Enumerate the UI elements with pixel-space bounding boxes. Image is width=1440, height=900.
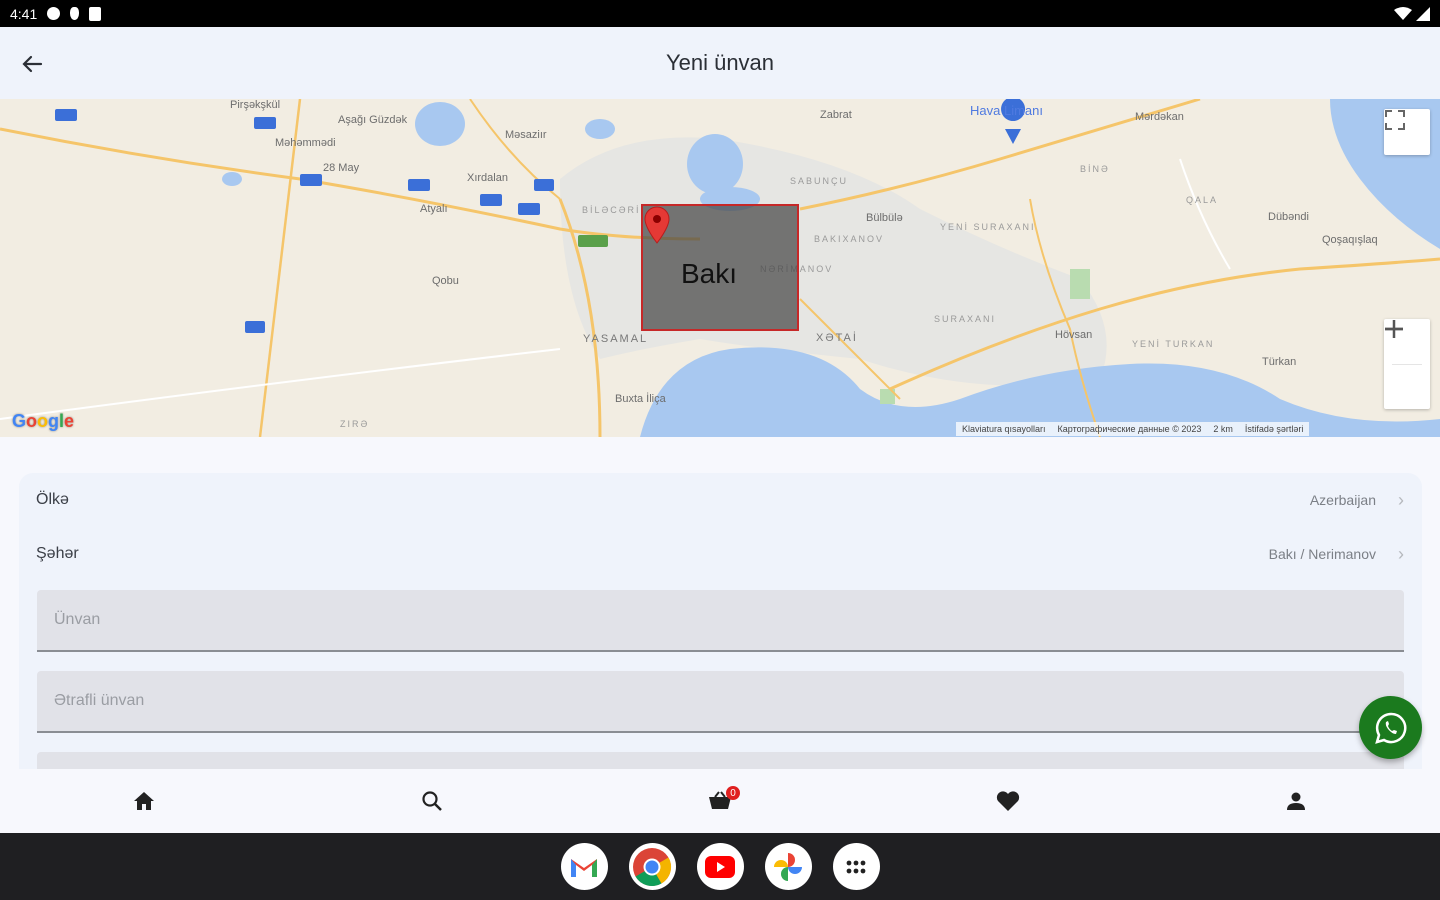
map-label: SABUNÇU xyxy=(790,176,849,186)
map-label: Qoşaqışlaq xyxy=(1322,234,1378,246)
map-label: Məsaziır xyxy=(505,129,547,141)
photos-icon xyxy=(774,852,802,881)
map-label: BİNƏ xyxy=(1080,164,1110,174)
back-arrow-icon xyxy=(22,55,43,73)
notification-icon xyxy=(70,7,80,20)
map-label: Mərdəkan xyxy=(1135,111,1184,123)
map-label: Zabrat xyxy=(820,109,852,121)
home-icon xyxy=(134,792,154,810)
map-label: ZIRƏ xyxy=(340,419,370,429)
country-value: Azerbaijan xyxy=(1309,492,1376,508)
nav-home[interactable] xyxy=(0,769,288,833)
map-label: Dübəndi xyxy=(1268,211,1309,223)
scale-text: 2 km xyxy=(1213,424,1233,434)
gmail-app[interactable] xyxy=(560,843,608,890)
app-drawer-icon xyxy=(846,860,866,873)
map-label: Türkan xyxy=(1262,356,1297,368)
app-bar: Yeni ünvan xyxy=(0,27,1440,99)
notification-icon xyxy=(47,7,61,20)
status-time: 4:41 xyxy=(10,5,38,22)
cart-badge: 0 xyxy=(726,786,740,800)
page-title: Yeni ünvan xyxy=(665,50,775,75)
zoom-out-icon xyxy=(1385,327,1403,331)
back-button[interactable] xyxy=(14,49,50,79)
keyboard-shortcuts-link[interactable]: Klaviatura qısayolları xyxy=(962,424,1046,434)
zoom-controls xyxy=(1384,319,1430,409)
fullscreen-icon xyxy=(1385,110,1405,130)
photos-app[interactable] xyxy=(764,843,812,890)
person-icon xyxy=(1287,792,1305,810)
map-label: QALA xyxy=(1186,195,1219,205)
map-label: Hava Limanı xyxy=(970,103,1043,118)
map-pin-icon xyxy=(644,206,670,244)
map-attribution: Klaviatura qısayolları Картографические … xyxy=(956,422,1310,436)
whatsapp-button[interactable] xyxy=(1359,696,1422,759)
nav-profile[interactable] xyxy=(1152,769,1440,833)
map-data-text: Картографические данные © 2023 xyxy=(1057,424,1202,434)
address-form: Ölkə Azerbaijan › Şəhər Bakı / Nerimanov… xyxy=(19,473,1422,793)
map-view[interactable]: Pirşəkşkül Aşağı Güzdək Məhəmmədi Məsazi… xyxy=(0,99,1440,437)
chrome-icon xyxy=(633,847,672,886)
nav-search[interactable] xyxy=(288,769,576,833)
fullscreen-button[interactable] xyxy=(1384,109,1430,155)
map-label: Bülbülə xyxy=(866,212,903,224)
map-label: BİLƏCƏRİ xyxy=(582,205,641,215)
app-drawer[interactable] xyxy=(832,843,880,890)
map-label: YASAMAL xyxy=(583,333,649,345)
map-label: SURAXANI xyxy=(934,314,997,324)
map-label: BAKIXANOV xyxy=(814,234,885,244)
address-field[interactable]: Ünvan xyxy=(37,590,1404,652)
map-label: 28 May xyxy=(323,162,360,174)
map-label: Xırdalan xyxy=(467,172,508,184)
bottom-navigation: 0 xyxy=(0,769,1440,833)
youtube-icon xyxy=(705,855,735,878)
map-label: Məhəmmədi xyxy=(275,137,336,149)
chevron-right-icon: › xyxy=(1398,543,1404,564)
map-label: Buxta İliça xyxy=(615,393,666,405)
city-row[interactable]: Şəhər Bakı / Nerimanov › xyxy=(19,527,1422,581)
map-label: XƏTAİ xyxy=(816,332,858,344)
gmail-icon xyxy=(571,858,597,877)
city-label: Bakı xyxy=(681,258,738,289)
search-icon xyxy=(422,791,442,811)
country-row[interactable]: Ölkə Azerbaijan › xyxy=(19,473,1422,527)
nearby-address-placeholder: Ətrafli ünvan xyxy=(54,692,145,709)
chrome-app[interactable] xyxy=(628,843,676,890)
wifi-icon xyxy=(1394,6,1412,20)
google-logo: Google xyxy=(12,411,75,431)
whatsapp-icon xyxy=(1374,712,1406,744)
heart-icon xyxy=(996,791,1020,811)
selected-location-marker[interactable]: Bakı xyxy=(641,204,799,331)
city-label: Şəhər xyxy=(36,545,79,562)
map-label: Atyalı xyxy=(420,203,448,215)
nearby-address-field[interactable]: Ətrafli ünvan xyxy=(37,671,1404,733)
nav-cart[interactable]: 0 xyxy=(576,769,864,833)
chevron-right-icon: › xyxy=(1398,489,1404,510)
map-label: YENİ TURKAN xyxy=(1132,339,1215,349)
system-dock xyxy=(0,833,1440,900)
city-value: Bakı / Nerimanov xyxy=(1268,546,1376,562)
terms-link[interactable]: İstifadə şərtləri xyxy=(1245,424,1304,434)
clipboard-icon xyxy=(89,6,102,21)
map-label: Pirşəkşkül xyxy=(230,99,281,111)
map-label: YENİ SURAXANI xyxy=(940,222,1036,232)
map-label: Aşağı Güzdək xyxy=(338,114,408,126)
country-label: Ölkə xyxy=(36,491,69,508)
cellular-icon xyxy=(1416,6,1430,21)
map-label: Qobu xyxy=(432,275,459,287)
zoom-out-button[interactable] xyxy=(1384,327,1430,410)
youtube-app[interactable] xyxy=(696,843,744,890)
address-placeholder: Ünvan xyxy=(54,611,101,628)
nav-favorites[interactable] xyxy=(864,769,1152,833)
status-bar: 4:41 xyxy=(0,0,1440,27)
map-label: Hövsan xyxy=(1055,329,1093,341)
